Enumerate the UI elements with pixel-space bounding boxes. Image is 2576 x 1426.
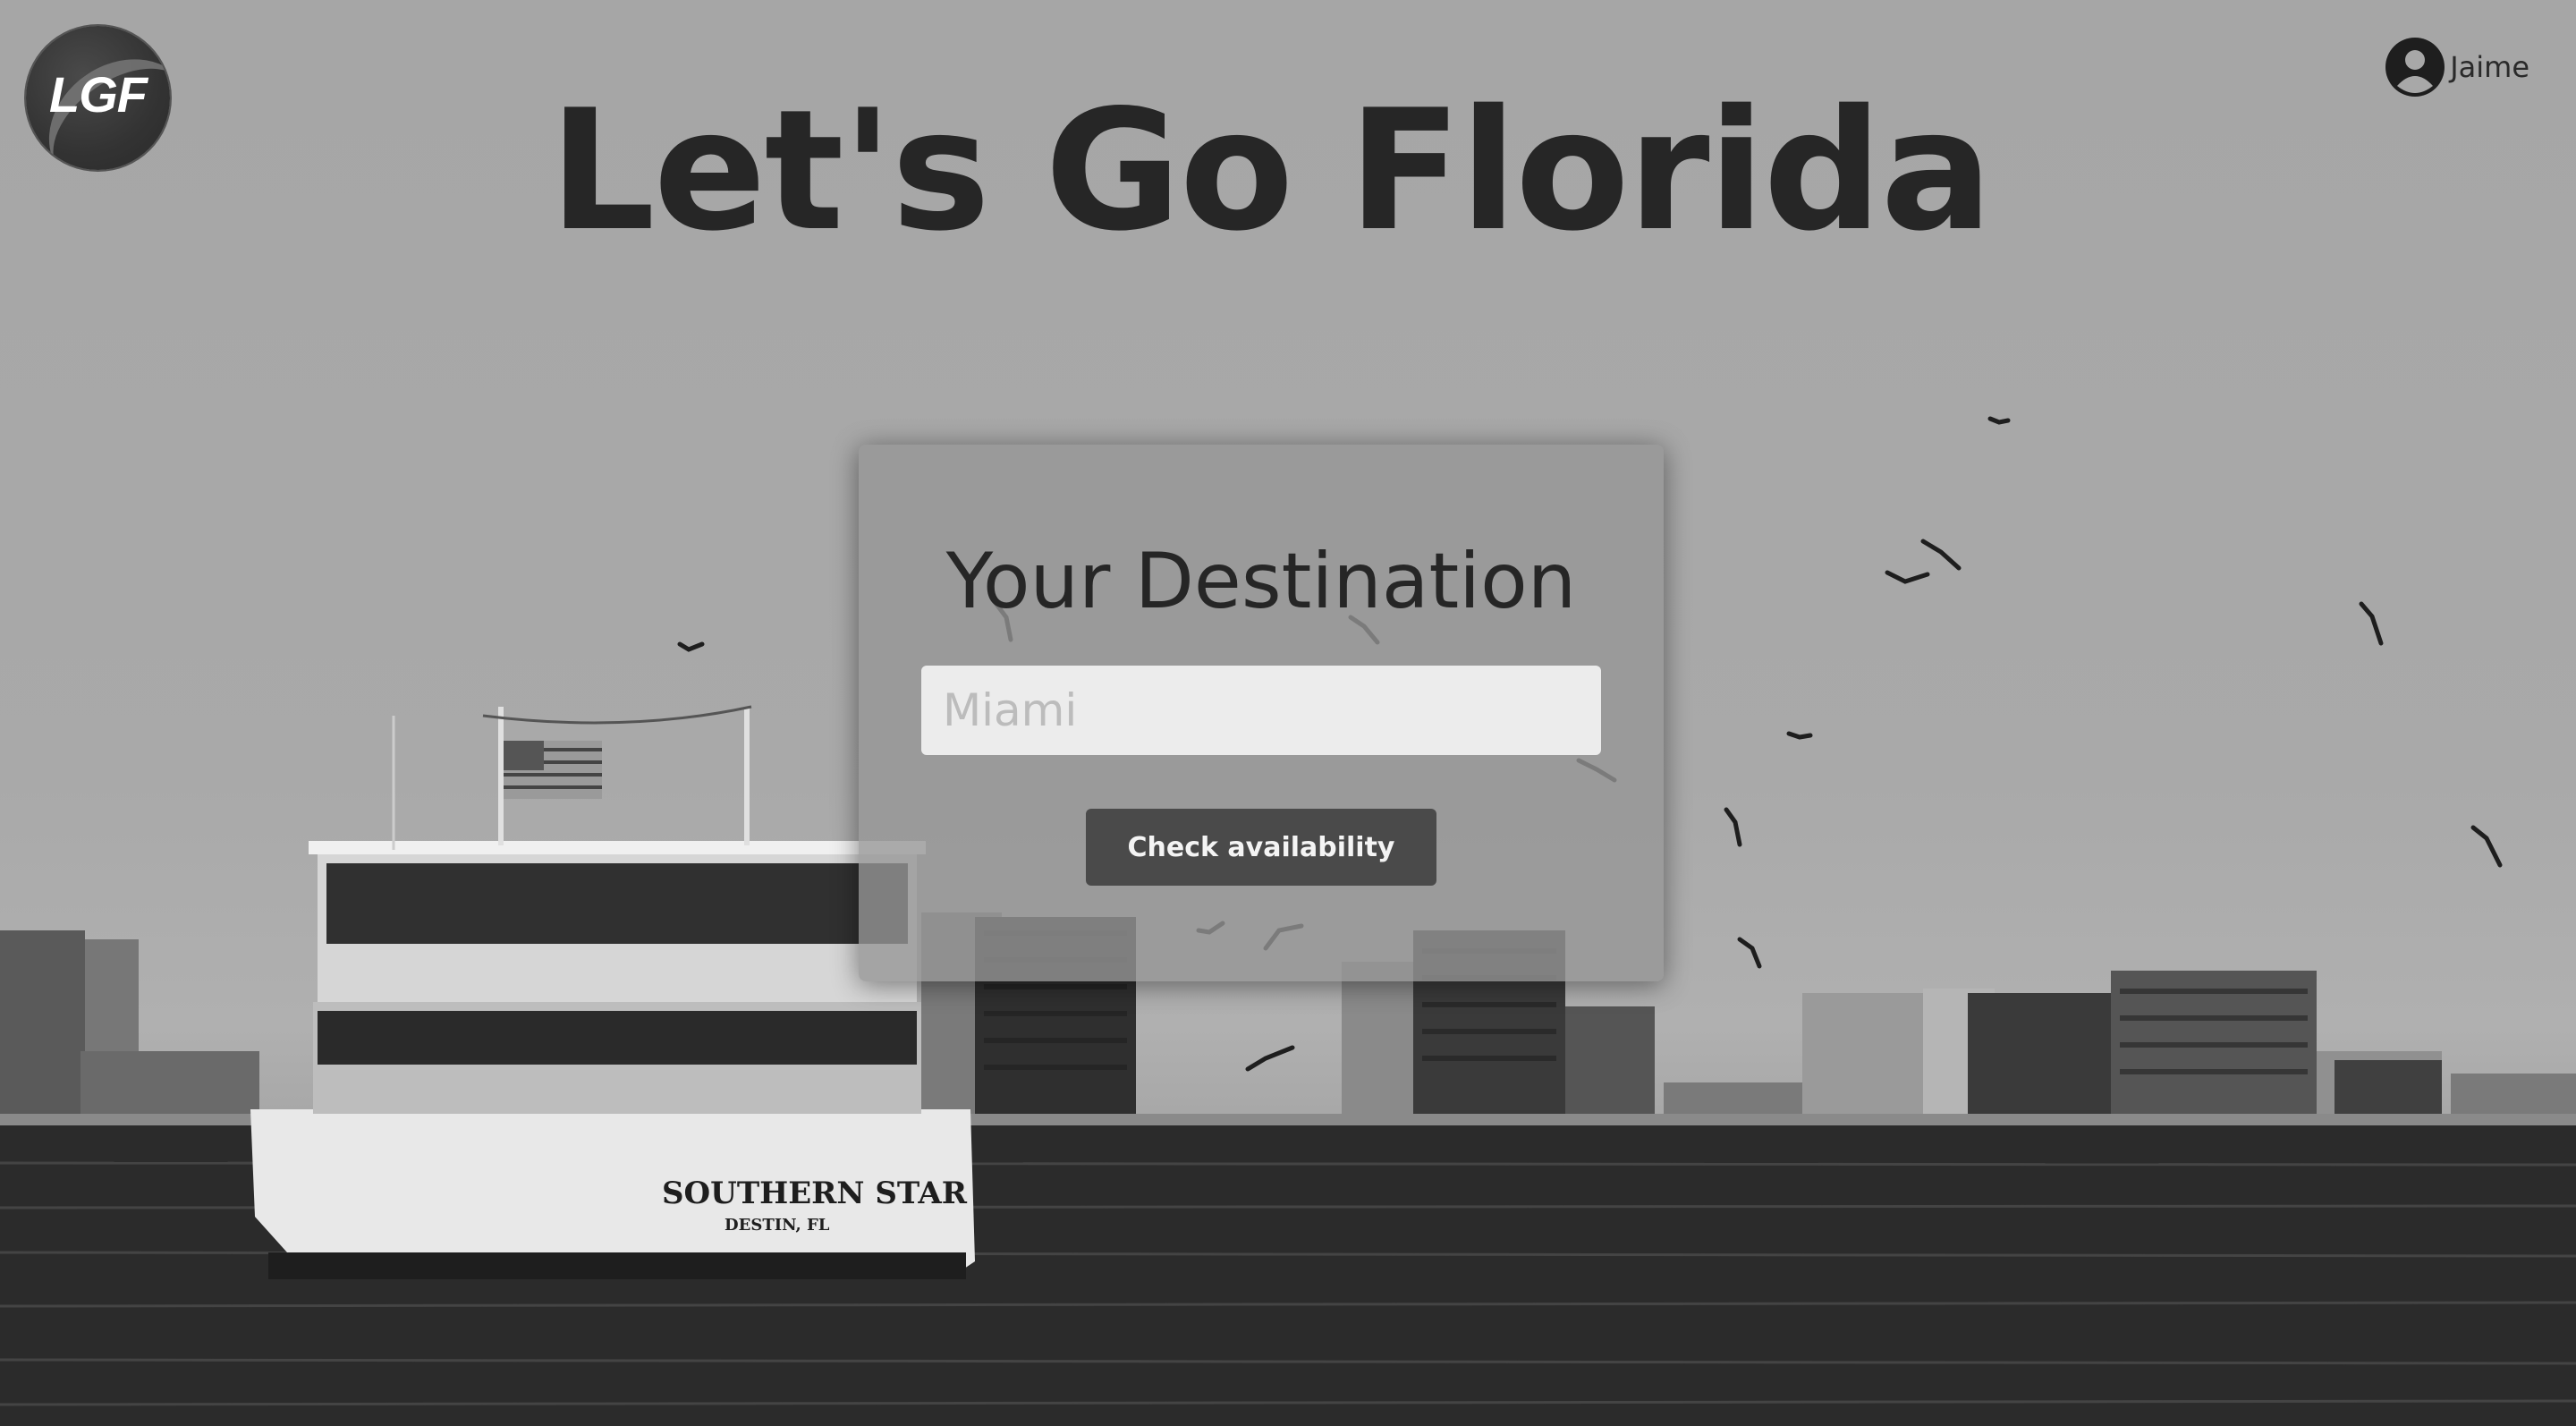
boat-port-label: DESTIN, FL: [724, 1216, 830, 1235]
check-availability-button[interactable]: Check availability: [1086, 809, 1436, 886]
page-title: Let's Go Florida: [549, 73, 1993, 267]
destination-input[interactable]: [921, 666, 1601, 755]
destination-search-card: Your Destination Check availability: [859, 445, 1664, 981]
card-heading: Your Destination: [945, 537, 1577, 626]
user-name[interactable]: Jaime: [2450, 50, 2529, 84]
boat-name-label: SOUTHERN STAR: [662, 1176, 968, 1211]
